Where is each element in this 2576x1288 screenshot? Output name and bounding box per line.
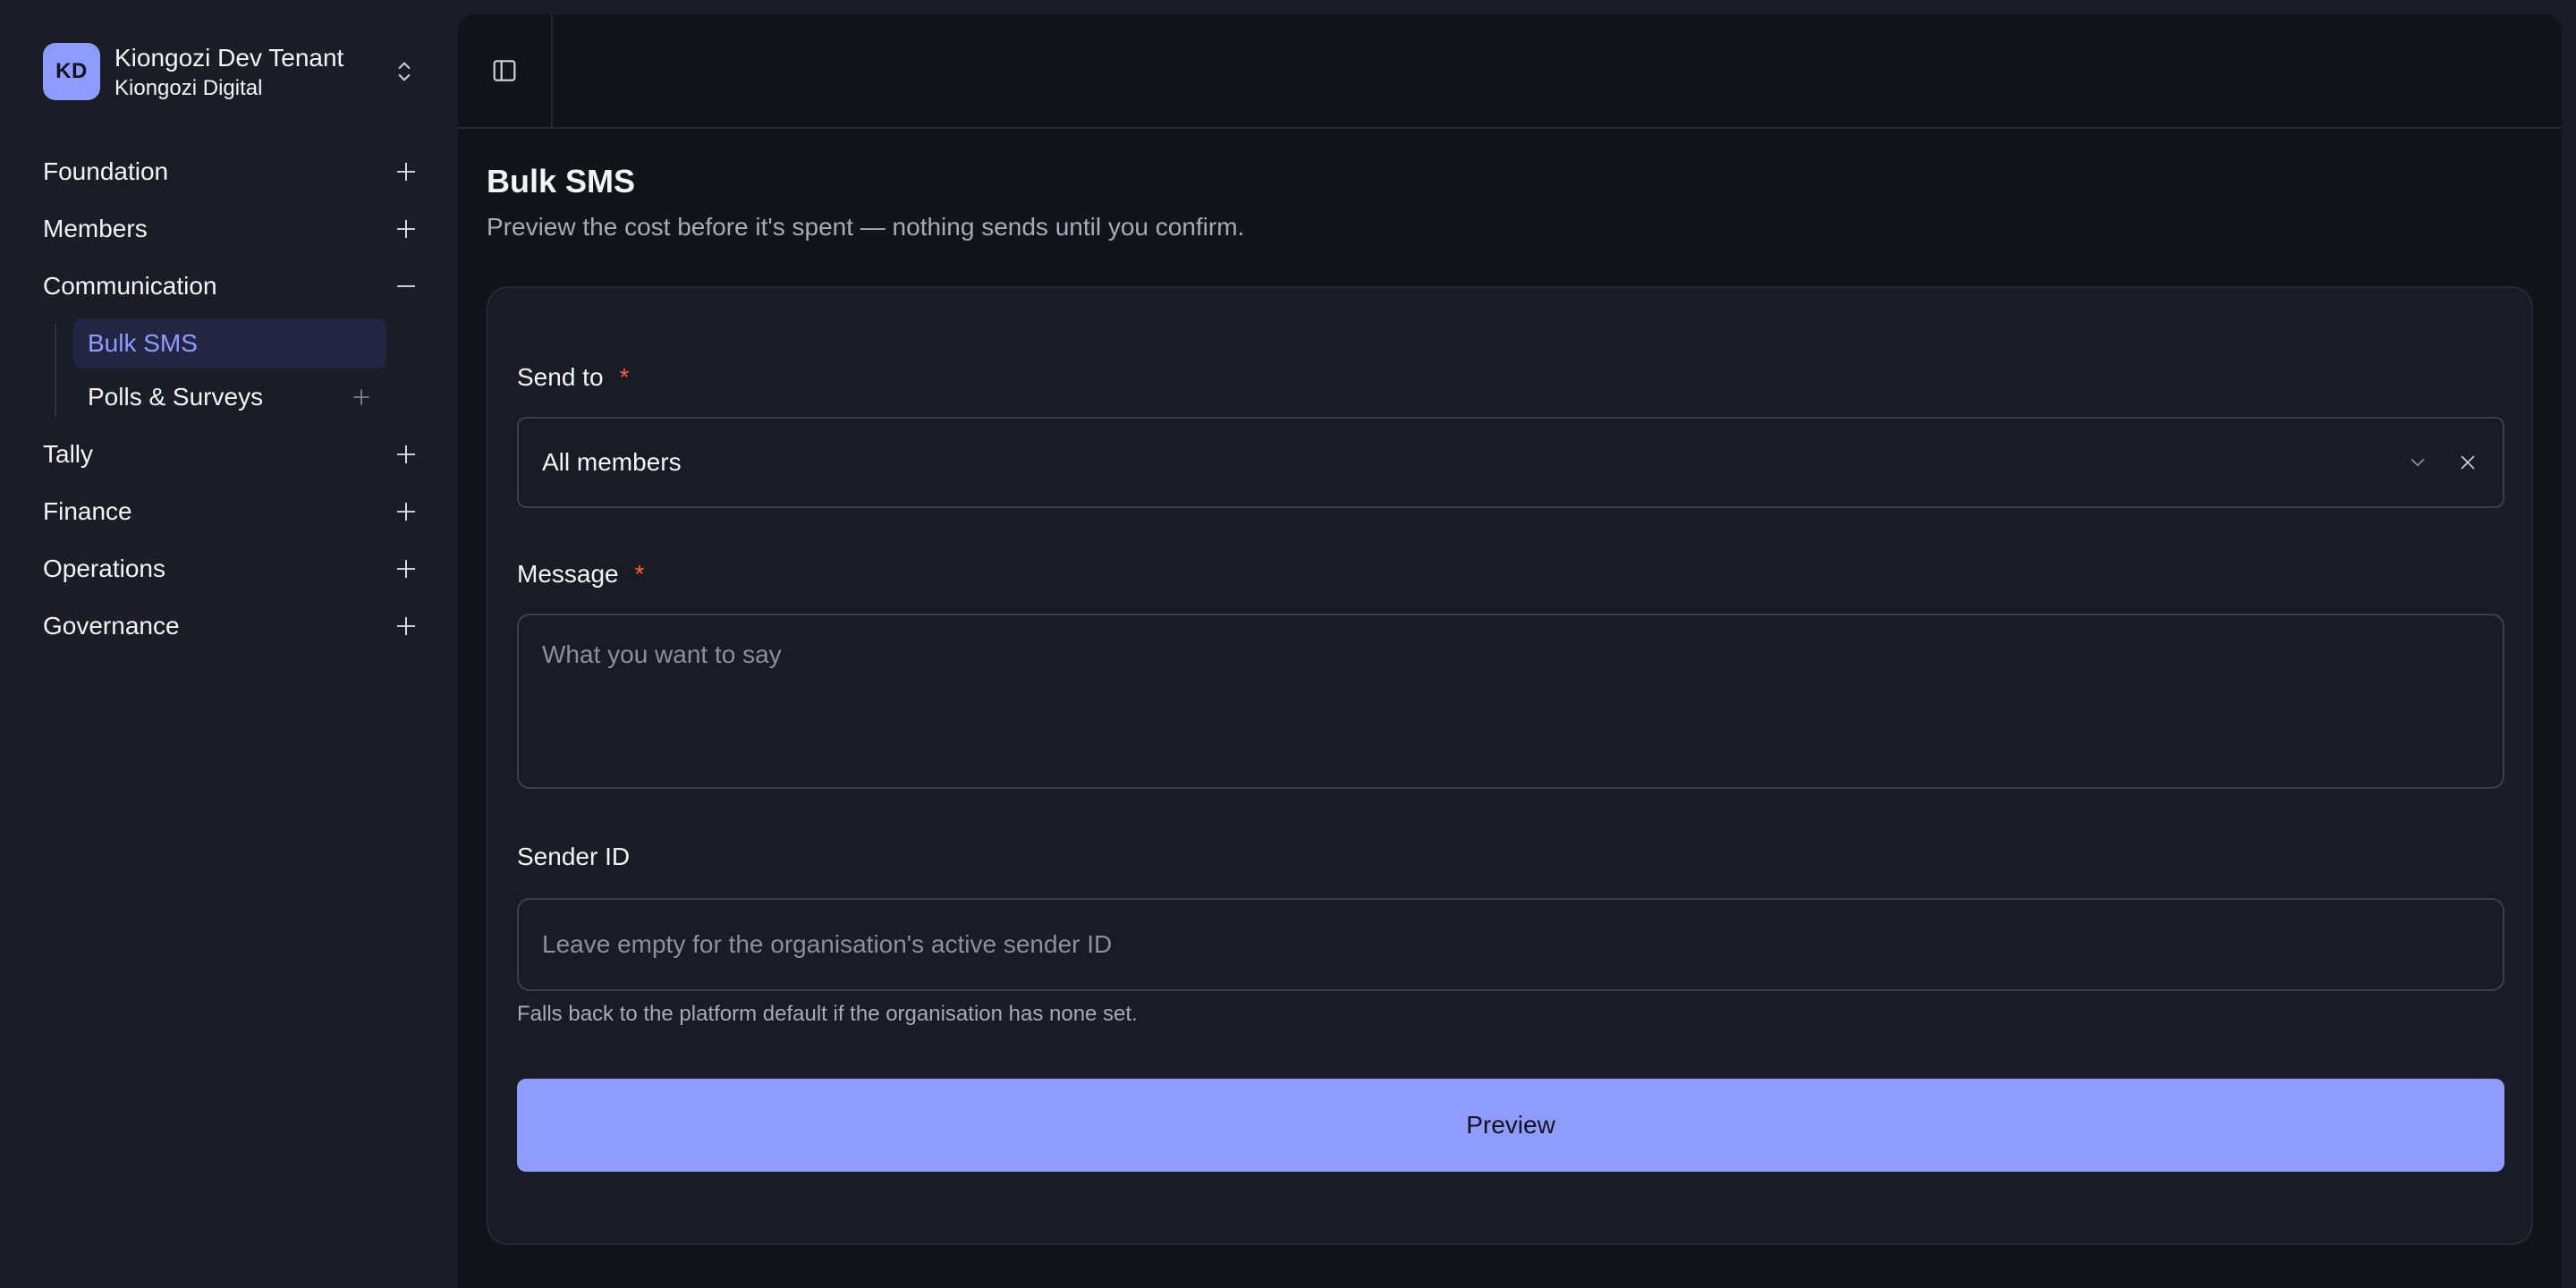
plus-icon (396, 559, 416, 579)
sidebar-item-communication[interactable]: Communication (43, 258, 419, 315)
send-to-value: All members (542, 448, 682, 476)
send-to-select[interactable]: All members (517, 417, 2504, 508)
sidebar-toggle-icon (493, 60, 516, 81)
sidebar-item-polls-surveys[interactable]: Polls & Surveys (73, 372, 386, 422)
sidebar-item-label: Communication (43, 272, 217, 300)
tenant-organisation: Kiongozi Digital (114, 75, 263, 100)
sidebar-item-label: Bulk SMS (88, 329, 198, 357)
message-textarea[interactable] (517, 614, 2504, 789)
plus-icon (353, 389, 369, 405)
sidebar-item-label: Governance (43, 612, 180, 640)
sidebar-item-label: Foundation (43, 157, 169, 185)
message-label-text: Message (517, 560, 619, 588)
message-label: Message * (517, 560, 645, 589)
sidebar-item-tally[interactable]: Tally (43, 426, 419, 483)
tenant-switcher[interactable]: KD Kiongozi Dev Tenant Kiongozi Digital (43, 43, 419, 100)
page-title: Bulk SMS (487, 163, 636, 199)
sender-id-hint: Falls back to the platform default if th… (517, 1002, 1138, 1026)
sidebar-item-foundation[interactable]: Foundation (43, 143, 419, 200)
sidebar-item-label: Operations (43, 555, 165, 582)
page-subtitle: Preview the cost before it's spent — not… (487, 213, 1245, 241)
preview-button[interactable]: Preview (517, 1079, 2504, 1172)
close-icon[interactable] (2456, 451, 2479, 474)
required-mark: * (634, 560, 645, 588)
send-to-label-text: Send to (517, 363, 604, 391)
sidebar-item-governance[interactable]: Governance (43, 597, 419, 655)
sidebar-item-members[interactable]: Members (43, 200, 419, 258)
minus-icon (396, 285, 416, 287)
sender-id-label: Sender ID (517, 843, 631, 870)
sidebar-subgroup-communication: Bulk SMS Polls & Surveys (43, 318, 419, 422)
plus-icon (396, 445, 416, 464)
sidebar-item-label: Tally (43, 440, 94, 468)
main-panel: Bulk SMS Preview the cost before it's sp… (458, 14, 2562, 1288)
sidebar-item-label: Finance (43, 497, 132, 525)
top-bar (458, 14, 2562, 129)
chevron-up-down-icon (398, 62, 411, 81)
tenant-name: Kiongozi Dev Tenant (114, 43, 344, 72)
sidebar-item-label: Polls & Surveys (88, 383, 264, 411)
page-header: Bulk SMS Preview the cost before it's sp… (487, 163, 1244, 242)
bulk-sms-form: Send to* All members Message* Sender ID … (487, 286, 2533, 1245)
sidebar-item-finance[interactable]: Finance (43, 483, 419, 540)
sender-id-input[interactable] (517, 898, 2504, 991)
sidebar: KD Kiongozi Dev Tenant Kiongozi Digital … (0, 0, 458, 1288)
sidebar-nav: Foundation Members Communication Bulk SM… (43, 143, 419, 655)
sidebar-item-label: Members (43, 215, 148, 242)
plus-icon (396, 502, 416, 521)
send-to-label: Send to * (517, 363, 629, 392)
sidebar-toggle-button[interactable] (458, 14, 553, 127)
plus-icon (396, 219, 416, 239)
tenant-avatar: KD (43, 43, 100, 100)
required-mark: * (619, 363, 630, 391)
sidebar-item-bulk-sms[interactable]: Bulk SMS (73, 318, 386, 369)
sidebar-item-operations[interactable]: Operations (43, 540, 419, 597)
plus-icon (396, 616, 416, 636)
plus-icon (396, 162, 416, 182)
chevron-down-icon[interactable] (2406, 451, 2429, 474)
